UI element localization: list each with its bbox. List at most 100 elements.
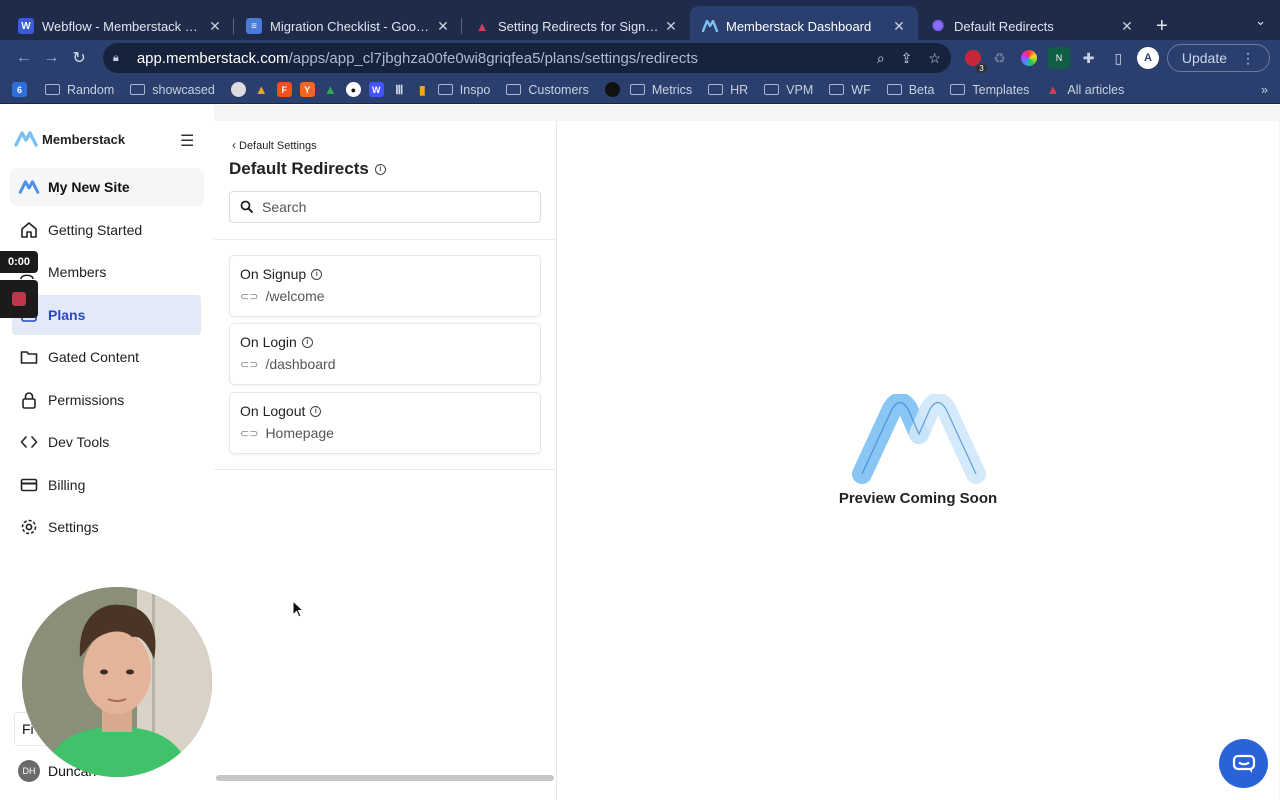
sidebar-item-members[interactable]: Members: [12, 252, 201, 292]
tab-search-chevron-icon[interactable]: ⌄: [1255, 13, 1266, 29]
bookmark-item[interactable]: ●: [345, 82, 363, 97]
memberstack-favicon-icon: [702, 18, 718, 34]
bookmark-folder[interactable]: Inspo: [437, 83, 490, 97]
sidebar-item-label: Members: [48, 264, 107, 280]
kebab-menu-icon[interactable]: ⋮: [1241, 50, 1255, 67]
figma-icon: F: [276, 82, 292, 97]
close-tab-icon[interactable]: ✕: [662, 18, 680, 35]
recording-timer: 0:00: [0, 251, 38, 273]
bookmark-star-icon[interactable]: ☆: [928, 50, 941, 67]
reload-icon[interactable]: ↻: [65, 44, 93, 72]
sidebar-item-label: Getting Started: [48, 222, 143, 238]
folder-icon: [20, 348, 38, 366]
forward-arrow-icon[interactable]: →: [38, 44, 66, 72]
close-tab-icon[interactable]: ✕: [1118, 18, 1136, 35]
bookmark-folder[interactable]: VPM: [764, 83, 813, 97]
share-icon[interactable]: ⇪: [901, 50, 913, 67]
redirect-card-logout[interactable]: On Logout i ⊂⊃ Homepage: [229, 392, 541, 454]
extension-icon[interactable]: 3: [964, 50, 987, 73]
info-icon[interactable]: i: [310, 405, 322, 417]
folder-icon: [708, 84, 724, 95]
back-link-label: Default Settings: [239, 140, 317, 152]
page-title: Default Redirects i: [229, 159, 386, 179]
sidebar-item-label: Dev Tools: [48, 434, 110, 450]
memberstack-logo-icon: [852, 394, 986, 484]
sidebar-item-dev-tools[interactable]: Dev Tools: [12, 422, 201, 462]
site-switcher[interactable]: My New Site: [10, 168, 204, 206]
bookmark-item[interactable]: [230, 82, 248, 97]
info-icon[interactable]: i: [374, 163, 386, 175]
bookmark-item[interactable]: W: [368, 82, 386, 97]
ycombinator-icon: Y: [299, 82, 315, 97]
sidebar-item-settings[interactable]: Settings: [12, 507, 201, 547]
extension-icon[interactable]: ♻︎: [989, 47, 1011, 69]
collapse-sidebar-icon[interactable]: ☰: [180, 131, 194, 151]
close-tab-icon[interactable]: ✕: [206, 18, 224, 35]
gear-icon: [20, 518, 38, 536]
bookmark-folder[interactable]: Random: [45, 83, 114, 97]
calendar-icon: 6: [12, 82, 27, 97]
profile-avatar-icon[interactable]: A: [1137, 47, 1159, 69]
folder-icon: [764, 84, 780, 95]
bookmark-folder[interactable]: Metrics: [629, 83, 692, 97]
globe-icon: [230, 82, 246, 97]
sidebar-item-getting-started[interactable]: Getting Started: [12, 210, 201, 250]
horizontal-scrollbar[interactable]: [216, 775, 554, 781]
link-icon: ⊂⊃: [240, 427, 259, 440]
lock-icon: [20, 391, 38, 409]
bookmark-folder[interactable]: Beta: [886, 83, 934, 97]
divider: [214, 239, 557, 240]
extension-icon[interactable]: N: [1048, 47, 1070, 69]
search-input[interactable]: Search: [229, 191, 541, 223]
brand-logo[interactable]: Memberstack: [14, 131, 125, 147]
close-tab-icon[interactable]: ✕: [890, 18, 908, 35]
bookmark-favicon-icon: ▲: [254, 82, 268, 97]
sidebar-item-plans[interactable]: Plans: [12, 295, 201, 335]
bookmark-folder[interactable]: showcased: [130, 83, 215, 97]
memberstack-logo-icon: [14, 131, 38, 147]
code-icon: [20, 433, 38, 451]
puzzle-extensions-icon[interactable]: ✚: [1078, 47, 1100, 69]
redirect-card-login[interactable]: On Login i ⊂⊃ /dashboard: [229, 323, 541, 385]
redirect-path: Homepage: [265, 425, 334, 441]
info-icon[interactable]: i: [311, 268, 323, 280]
update-button[interactable]: Update ⋮: [1166, 44, 1271, 72]
redirect-card-signup[interactable]: On Signup i ⊂⊃ /welcome: [229, 255, 541, 317]
bookmark-item[interactable]: ▲: [254, 82, 271, 97]
bookmark-item[interactable]: Y: [299, 82, 317, 97]
bookmark-item[interactable]: [604, 82, 622, 97]
credit-card-icon: [20, 476, 38, 494]
folder-icon: [886, 84, 902, 95]
sidebar-item-gated-content[interactable]: Gated Content: [12, 337, 201, 377]
bookmark-item[interactable]: ▲ All articles: [1045, 82, 1124, 97]
close-tab-icon[interactable]: ✕: [434, 18, 452, 35]
bookmark-item[interactable]: 6: [12, 82, 29, 97]
stop-recording-button[interactable]: [0, 280, 38, 318]
sidebar-item-permissions[interactable]: Permissions: [12, 380, 201, 420]
bookmark-folder[interactable]: Customers: [506, 83, 589, 97]
tab-title: Default Redirects: [954, 18, 1054, 34]
bookmark-folder[interactable]: HR: [708, 83, 748, 97]
color-picker-extension-icon[interactable]: [1018, 47, 1040, 69]
back-link[interactable]: ‹ Default Settings: [232, 138, 317, 152]
address-bar[interactable]: 🔒︎ app.memberstack.com/apps/app_cl7jbghz…: [102, 43, 951, 73]
sidebar-item-billing[interactable]: Billing: [12, 465, 201, 505]
more-bookmarks-chevron-icon[interactable]: »: [1261, 83, 1268, 97]
zoom-search-icon[interactable]: ⌕: [877, 50, 885, 67]
folder-icon: [950, 84, 966, 95]
bookmark-folder[interactable]: WF: [829, 83, 871, 97]
info-icon[interactable]: i: [301, 336, 313, 348]
back-arrow-icon[interactable]: ←: [10, 44, 38, 72]
bookmark-item[interactable]: F: [276, 82, 294, 97]
help-center-favicon-icon: ▲: [475, 18, 489, 34]
chat-support-button[interactable]: [1219, 739, 1268, 788]
memberstack-logo-icon: [18, 180, 40, 194]
bookmark-folder[interactable]: Templates: [950, 83, 1029, 97]
bookmark-item[interactable]: Ⅲ: [392, 82, 409, 97]
settings-favicon-icon: ✺: [931, 18, 945, 35]
bookmark-item[interactable]: ▲: [323, 82, 340, 97]
side-panel-icon[interactable]: ▯: [1107, 47, 1129, 69]
stop-icon: [12, 292, 26, 306]
bookmark-item[interactable]: ▮: [415, 82, 432, 97]
sidebar-item-label: Billing: [48, 477, 86, 493]
